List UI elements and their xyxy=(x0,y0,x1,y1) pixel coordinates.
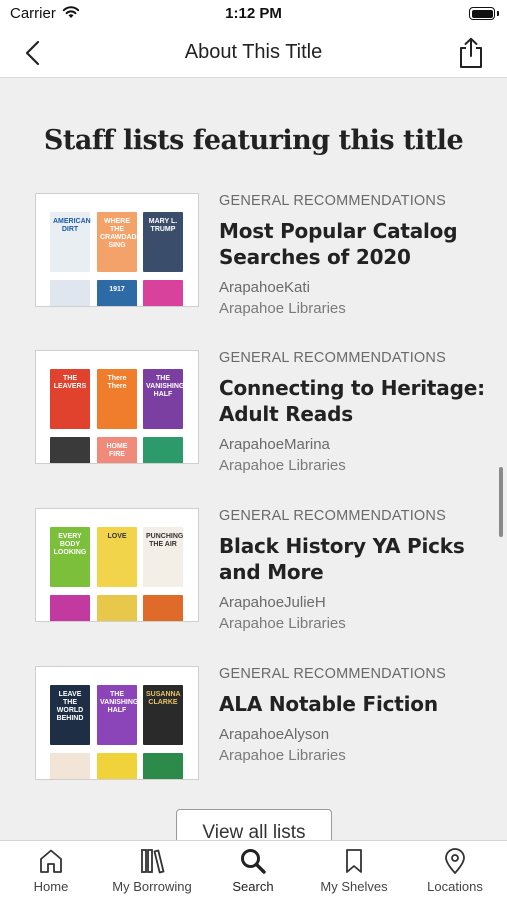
list-library: Arapahoe Libraries xyxy=(219,300,346,317)
list-cover-image: LEAVE THE WORLD BEHIND THE VANISHING HAL… xyxy=(35,666,199,780)
nav-bar: About This Title xyxy=(0,28,507,78)
list-item[interactable]: AMERICAN DIRT WHERE THE CRAWDADS SING MA… xyxy=(35,193,485,317)
status-bar: Carrier 1:12 PM xyxy=(0,0,507,28)
list-category: GENERAL RECOMMENDATIONS xyxy=(219,508,446,524)
list-author: ArapahoeAlyson xyxy=(219,726,330,743)
battery-tip xyxy=(497,11,499,16)
list-author: ArapahoeJulieH xyxy=(219,594,326,611)
tab-search[interactable]: Search xyxy=(203,847,303,894)
tab-label: Home xyxy=(33,879,69,894)
list-item[interactable]: THE LEAVERS There There THE VANISHING HA… xyxy=(35,350,485,474)
main-content: Staff lists featuring this title AMERICA… xyxy=(0,79,507,840)
tab-my-shelves[interactable]: My Shelves xyxy=(304,847,404,894)
bookmark-icon xyxy=(346,849,362,873)
scroll-indicator[interactable] xyxy=(499,467,503,537)
tab-home[interactable]: Home xyxy=(1,847,101,894)
tab-label: My Shelves xyxy=(320,879,388,894)
list-category: GENERAL RECOMMENDATIONS xyxy=(219,193,446,209)
tab-label: Search xyxy=(232,879,274,894)
list-library: Arapahoe Libraries xyxy=(219,615,346,632)
list-title[interactable]: Connecting to Heritage: Adult Reads xyxy=(219,375,489,427)
list-cover-image: EVERY BODY LOOKING LOVE PUNCHING THE AIR xyxy=(35,508,199,622)
list-title[interactable]: ALA Notable Fiction xyxy=(219,691,489,717)
list-category: GENERAL RECOMMENDATIONS xyxy=(219,350,446,366)
location-pin-icon xyxy=(445,848,465,874)
clock: 1:12 PM xyxy=(225,5,282,22)
list-meta: GENERAL RECOMMENDATIONS ALA Notable Fict… xyxy=(219,666,489,764)
list-library: Arapahoe Libraries xyxy=(219,747,346,764)
list-item[interactable]: LEAVE THE WORLD BEHIND THE VANISHING HAL… xyxy=(35,666,485,786)
tab-my-borrowing[interactable]: My Borrowing xyxy=(102,847,202,894)
list-meta: GENERAL RECOMMENDATIONS Most Popular Cat… xyxy=(219,193,489,317)
list-title[interactable]: Black History YA Picks and More xyxy=(219,533,489,585)
tab-label: Locations xyxy=(427,879,483,894)
list-meta: GENERAL RECOMMENDATIONS Black History YA… xyxy=(219,508,489,632)
list-author: ArapahoeMarina xyxy=(219,436,330,453)
section-title: Staff lists featuring this title xyxy=(43,125,464,156)
list-cover-image: THE LEAVERS There There THE VANISHING HA… xyxy=(35,350,199,464)
tab-locations[interactable]: Locations xyxy=(405,847,505,894)
search-icon xyxy=(241,849,266,874)
view-all-lists-button[interactable]: View all lists xyxy=(176,809,332,840)
list-title[interactable]: Most Popular Catalog Searches of 2020 xyxy=(219,218,489,270)
battery-icon xyxy=(469,7,495,20)
books-icon xyxy=(141,849,165,874)
page-title: About This Title xyxy=(184,41,323,63)
share-icon[interactable] xyxy=(457,37,485,69)
list-author: ArapahoeKati xyxy=(219,279,310,296)
tab-label: My Borrowing xyxy=(112,879,192,894)
list-category: GENERAL RECOMMENDATIONS xyxy=(219,666,446,682)
list-cover-image: AMERICAN DIRT WHERE THE CRAWDADS SING MA… xyxy=(35,193,199,307)
list-item[interactable]: EVERY BODY LOOKING LOVE PUNCHING THE AIR… xyxy=(35,508,485,632)
tab-bar: Home My Borrowing Search My Shelves Loca… xyxy=(0,840,507,900)
home-icon xyxy=(40,849,62,873)
list-library: Arapahoe Libraries xyxy=(219,457,346,474)
list-meta: GENERAL RECOMMENDATIONS Connecting to He… xyxy=(219,350,489,474)
